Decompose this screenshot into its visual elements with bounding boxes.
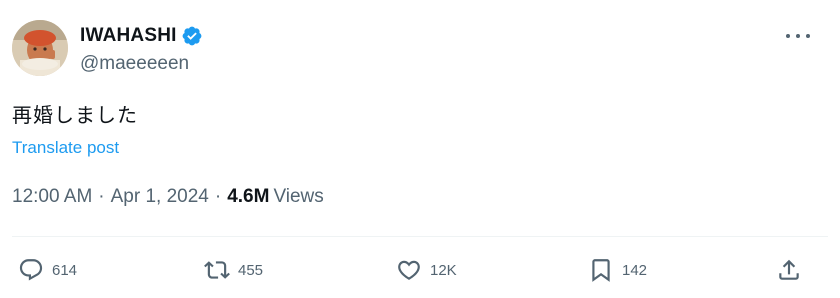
- tweet-date[interactable]: Apr 1, 2024: [111, 186, 209, 208]
- reply-button[interactable]: 614: [18, 256, 77, 284]
- tweet-actions: 614 455 12K 142: [0, 256, 840, 284]
- reply-count: 614: [52, 261, 78, 279]
- views-label: Views: [273, 186, 324, 207]
- heart-icon: [398, 260, 420, 280]
- share-button[interactable]: [776, 256, 802, 284]
- translate-post-link[interactable]: Translate post: [12, 138, 119, 158]
- reply-icon: [19, 259, 43, 281]
- more-horizontal-icon: [786, 34, 790, 38]
- display-name[interactable]: IWAHASHI: [80, 25, 177, 47]
- tweet-meta: 12:00 AM · Apr 1, 2024 · 4.6M Views: [12, 186, 324, 208]
- retweet-count: 455: [238, 261, 264, 279]
- retweet-button[interactable]: 455: [204, 256, 263, 284]
- more-horizontal-icon: [796, 34, 800, 38]
- bookmark-count: 142: [622, 261, 648, 279]
- more-options-button[interactable]: [786, 30, 810, 42]
- user-name-row: IWAHASHI: [80, 24, 203, 48]
- bookmark-button[interactable]: 142: [588, 256, 647, 284]
- avatar[interactable]: [12, 20, 68, 76]
- meta-separator: ·: [98, 186, 105, 207]
- more-horizontal-icon: [806, 34, 810, 38]
- user-handle[interactable]: @maeeeeen: [80, 53, 189, 75]
- tweet-text: 再婚しました: [12, 103, 138, 127]
- retweet-icon: [204, 261, 230, 279]
- avatar-image: [12, 20, 68, 76]
- like-button[interactable]: 12K: [396, 256, 457, 284]
- divider: [12, 236, 828, 237]
- views-count[interactable]: 4.6M: [227, 186, 269, 208]
- share-icon: [779, 259, 799, 280]
- tweet-time[interactable]: 12:00 AM: [12, 186, 92, 208]
- like-count: 12K: [430, 261, 457, 279]
- verified-badge-icon[interactable]: [181, 25, 203, 47]
- meta-separator: ·: [214, 186, 222, 207]
- bookmark-icon: [592, 259, 610, 282]
